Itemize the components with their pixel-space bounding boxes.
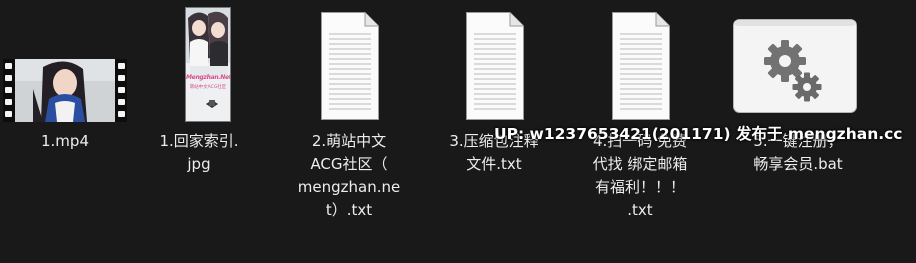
file-item-image[interactable]: Mengzhan.Net 萌站中文ACG社区 1.回家索引. jpg [134, 0, 264, 263]
file-name-line: 文件.txt [466, 155, 522, 173]
image-thumbnail: Mengzhan.Net 萌站中文ACG社区 [185, 7, 231, 122]
text-document-icon [466, 12, 524, 120]
file-name-line: mengzhan.ne [297, 178, 401, 196]
file-name-label: 1.回家索引. jpg [134, 130, 264, 176]
watermark-text: UP: w1237653421(201171) 发布于 mengzhan.cc [494, 125, 903, 143]
file-name-line: 有福利！！！ [594, 178, 685, 196]
file-name-line: 畅享会员.bat [753, 155, 843, 173]
file-explorer-view: 1.mp4 Mengzhan.Net 萌站中文ACG社区 1.回家索引. jpg… [0, 0, 916, 263]
text-document-icon [321, 12, 379, 120]
file-name-label: 1.mp4 [0, 130, 130, 153]
file-name-line: 1.mp4 [41, 132, 89, 150]
file-name-line: 代找 绑定邮箱 [592, 155, 688, 173]
file-item-text[interactable]: 2.萌站中文 ACG社区（ mengzhan.ne t）.txt [284, 0, 414, 263]
file-name-label: 2.萌站中文 ACG社区（ mengzhan.ne t）.txt [284, 130, 414, 222]
file-name-line: 1.回家索引. [159, 132, 239, 150]
file-name-line: ACG社区（ [310, 155, 388, 173]
file-name-line: jpg [187, 155, 211, 173]
thumbnail-title: Mengzhan.Net [186, 74, 231, 81]
text-document-icon [612, 12, 670, 120]
video-thumbnail [3, 59, 127, 122]
file-name-line: .txt [627, 201, 653, 219]
file-item-video[interactable]: 1.mp4 [0, 0, 130, 263]
file-name-line: 2.萌站中文 [311, 132, 387, 150]
thumbnail-subtitle: 萌站中文ACG社区 [189, 85, 227, 90]
gears-icon [733, 19, 857, 113]
file-name-line: t）.txt [325, 201, 373, 219]
